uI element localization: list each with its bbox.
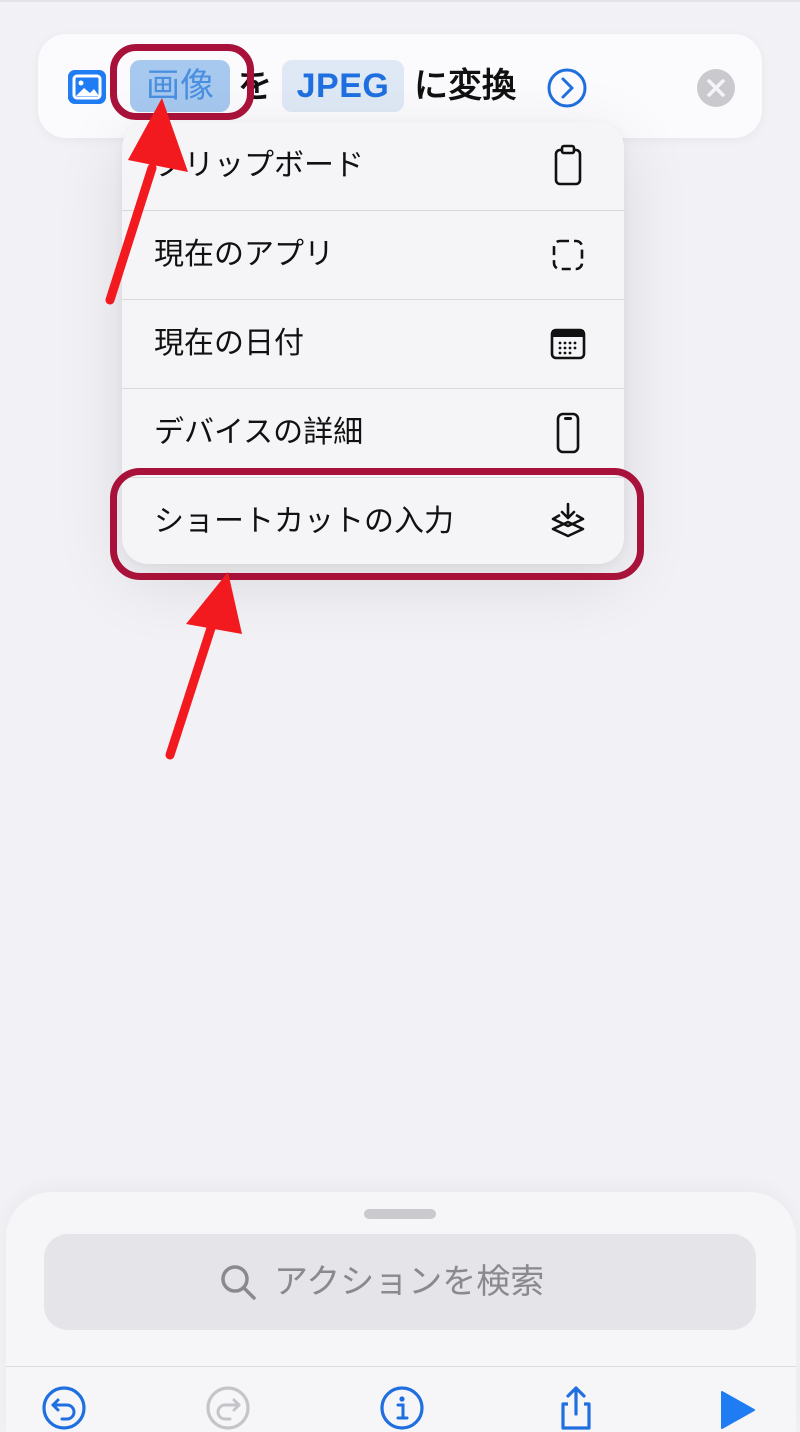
search-placeholder: アクションを検索 [274,1262,545,1302]
search-icon [221,1265,256,1300]
redo-icon[interactable] [204,1384,252,1432]
share-icon[interactable] [552,1384,600,1432]
toolbar-divider [6,1366,796,1367]
annotation-arrows [105,98,242,760]
info-icon[interactable] [378,1384,426,1432]
arrow-to-image-token [105,98,188,305]
sheet-grabber[interactable] [364,1209,436,1219]
play-icon[interactable] [712,1384,760,1432]
undo-icon[interactable] [40,1384,88,1432]
arrow-to-shortcut-input [165,572,242,760]
